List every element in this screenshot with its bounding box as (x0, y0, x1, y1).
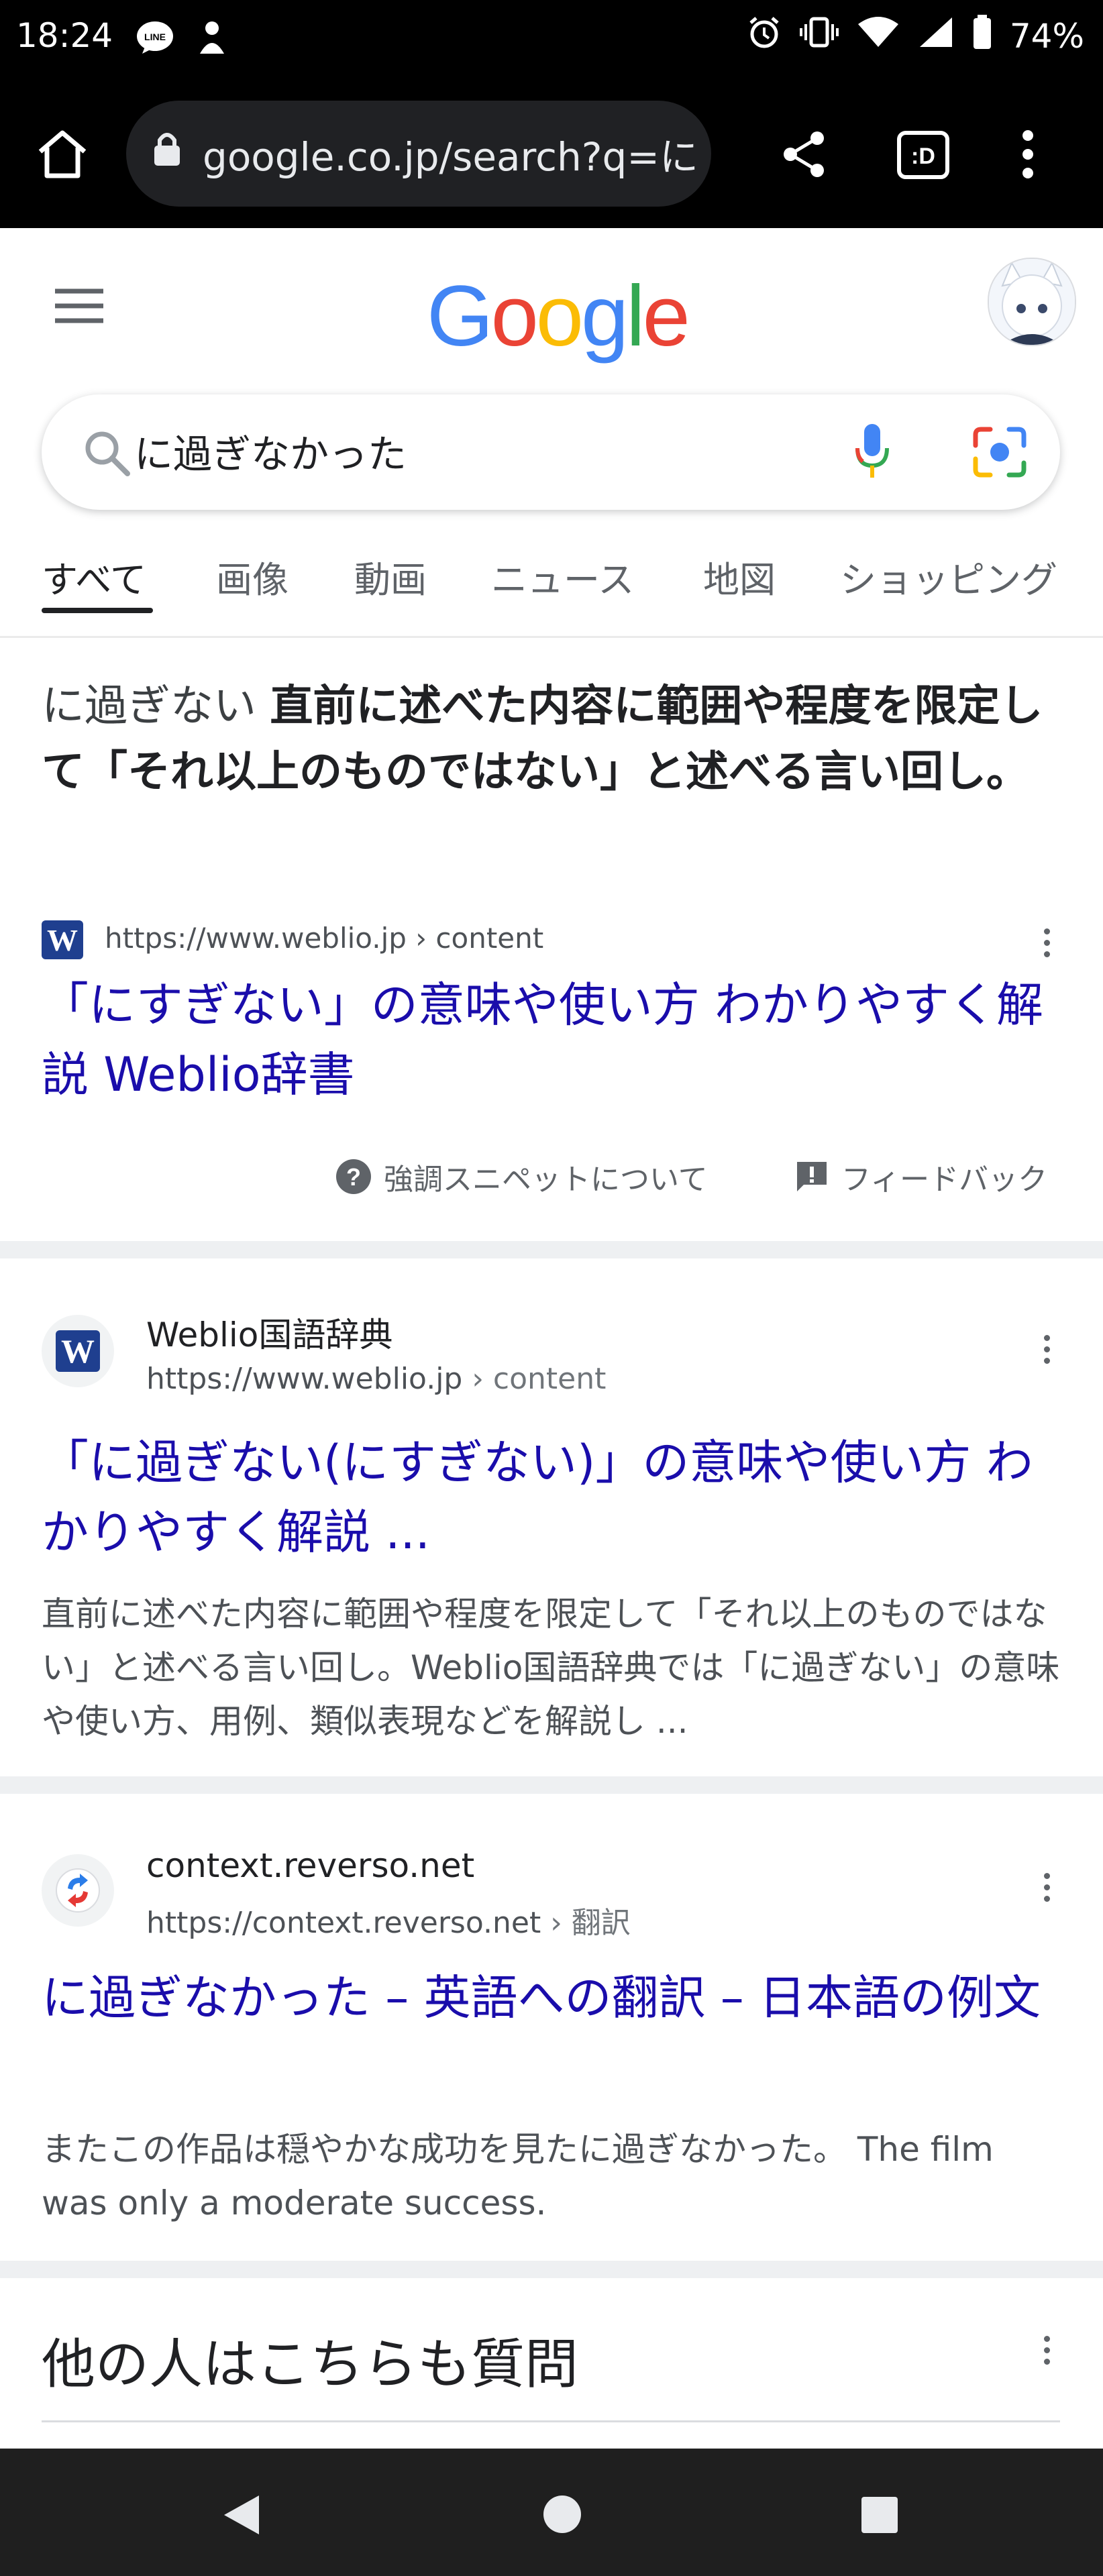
result-favicon: W (42, 1315, 114, 1387)
lock-icon (153, 131, 181, 176)
more-vert-icon (1022, 130, 1033, 178)
hamburger-menu-button[interactable] (51, 286, 107, 329)
featured-snippet-answer: に過ぎない 直前に述べた内容に範囲や程度を限定して「それ以上のものではない」と述… (42, 674, 1061, 805)
share-button[interactable] (778, 129, 829, 182)
tab-maps[interactable]: 地図 (703, 550, 776, 603)
active-tab-indicator (42, 608, 153, 613)
signal-icon (917, 15, 955, 58)
tabs-divider (0, 636, 1103, 638)
voice-search-button[interactable] (853, 421, 891, 484)
kebab-dot (1043, 1358, 1050, 1364)
home-icon (38, 130, 87, 178)
kebab-dot (1043, 928, 1050, 934)
home-button[interactable] (35, 127, 90, 182)
search-icon (82, 428, 132, 480)
svg-text:LINE: LINE (144, 32, 166, 42)
about-snippet-label: 強調スニペットについて (384, 1163, 708, 1197)
snippet-more-button[interactable] (1033, 928, 1060, 957)
avatar-image (989, 259, 1075, 345)
snippet-lead: に過ぎない (42, 682, 270, 731)
tab-news[interactable]: ニュース (491, 550, 634, 603)
app-notification-icon (195, 19, 229, 60)
result-title[interactable]: に過ぎなかった – 英語への翻訳 – 日本語の例文 (42, 1963, 1068, 2033)
status-time: 18:24 (16, 16, 113, 55)
paa-divider (42, 2420, 1060, 2422)
account-avatar[interactable] (988, 258, 1076, 346)
wifi-icon (857, 15, 900, 58)
feedback-link[interactable]: フィードバック (794, 1155, 1047, 1198)
snippet-source-url[interactable]: https://www.weblio.jp › content (105, 922, 543, 955)
recents-button[interactable] (860, 2496, 899, 2537)
section-divider (0, 1776, 1103, 1794)
svg-text:?: ? (346, 1163, 361, 1191)
address-bar[interactable]: google.co.jp/search?q=に (126, 101, 711, 207)
tab-all[interactable]: すべて (42, 550, 146, 603)
battery-level: 74% (1009, 17, 1084, 56)
kebab-dot (1043, 1884, 1050, 1890)
kebab-dot (1043, 2359, 1050, 2365)
camera-lens-icon (973, 427, 1027, 478)
search-input[interactable]: に過ぎなかった (134, 423, 407, 479)
tab-images[interactable]: 画像 (216, 550, 288, 603)
kebab-dot (1043, 2336, 1050, 2342)
people-also-ask-heading: 他の人はこちらも質問 (42, 2333, 578, 2396)
paa-more-button[interactable] (1033, 2336, 1060, 2365)
section-divider (0, 2261, 1103, 2278)
menu-icon (55, 288, 103, 323)
alarm-icon (747, 15, 782, 58)
kebab-dot (1043, 1346, 1050, 1352)
kebab-dot (1043, 1896, 1050, 1902)
feedback-icon (797, 1162, 827, 1191)
tab-switcher-icon: :D (897, 131, 949, 179)
result-more-button[interactable] (1033, 1335, 1060, 1364)
battery-icon (972, 15, 992, 58)
recents-square-icon (861, 2497, 898, 2533)
result-site-name[interactable]: context.reverso.net (146, 1846, 474, 1885)
result-title[interactable]: 「に過ぎない(にすぎない)」の意味や使い方 わかりやすく解説 ... (42, 1428, 1061, 1567)
snippet-result-title[interactable]: 「にすぎない」の意味や使い方 わかりやすく解説 Weblio辞書 (42, 970, 1068, 1110)
result-snippet: またこの作品は穏やかな成功を見たに過ぎなかった。 The film was on… (42, 2130, 994, 2222)
vibrate-icon (799, 15, 839, 58)
share-icon (784, 131, 824, 177)
weblio-logo-letter: W (56, 1330, 100, 1372)
status-icons: 74% (747, 15, 1084, 58)
result-url[interactable]: https://www.weblio.jp › content (146, 1362, 606, 1396)
status-bar: 18:24 LINE 74% (0, 0, 1103, 80)
home-nav-button[interactable] (542, 2494, 582, 2537)
feedback-label: フィードバック (841, 1163, 1048, 1197)
url-text: google.co.jp/search?q=に (203, 134, 698, 180)
google-logo[interactable]: Google (427, 267, 690, 366)
home-circle-icon (543, 2496, 581, 2533)
help-icon: ? (336, 1159, 371, 1194)
tab-shopping[interactable]: ショッピング (840, 550, 1057, 603)
kebab-dot (1043, 1335, 1050, 1341)
tab-videos[interactable]: 動画 (354, 550, 427, 603)
lens-search-button[interactable] (971, 425, 1028, 482)
microphone-icon (855, 424, 889, 478)
kebab-dot (1043, 951, 1050, 957)
svg-text::D: :D (911, 144, 935, 169)
result-favicon (42, 1854, 114, 1927)
result-snippet: 直前に述べた内容に範囲や程度を限定して「それ以上のものではない」と述べる言い回し… (42, 1595, 1060, 1741)
weblio-favicon: W (42, 920, 83, 959)
result-site-name[interactable]: Weblio国語辞典 (146, 1308, 392, 1356)
kebab-dot (1043, 2347, 1050, 2353)
kebab-dot (1043, 1873, 1050, 1879)
line-notification-icon: LINE (136, 20, 174, 58)
back-triangle-icon (224, 2496, 259, 2534)
result-url[interactable]: https://context.reverso.net › 翻訳 (146, 1898, 631, 1941)
section-divider (0, 1241, 1103, 1258)
tab-switcher-button[interactable]: :D (896, 130, 950, 182)
about-featured-snippets-link[interactable]: ? 強調スニペットについて (335, 1155, 708, 1198)
kebab-dot (1043, 940, 1050, 946)
reverso-logo-icon (56, 1868, 100, 1913)
back-button[interactable] (221, 2493, 262, 2540)
result-more-button[interactable] (1033, 1873, 1060, 1902)
more-menu-button[interactable] (1018, 129, 1037, 182)
